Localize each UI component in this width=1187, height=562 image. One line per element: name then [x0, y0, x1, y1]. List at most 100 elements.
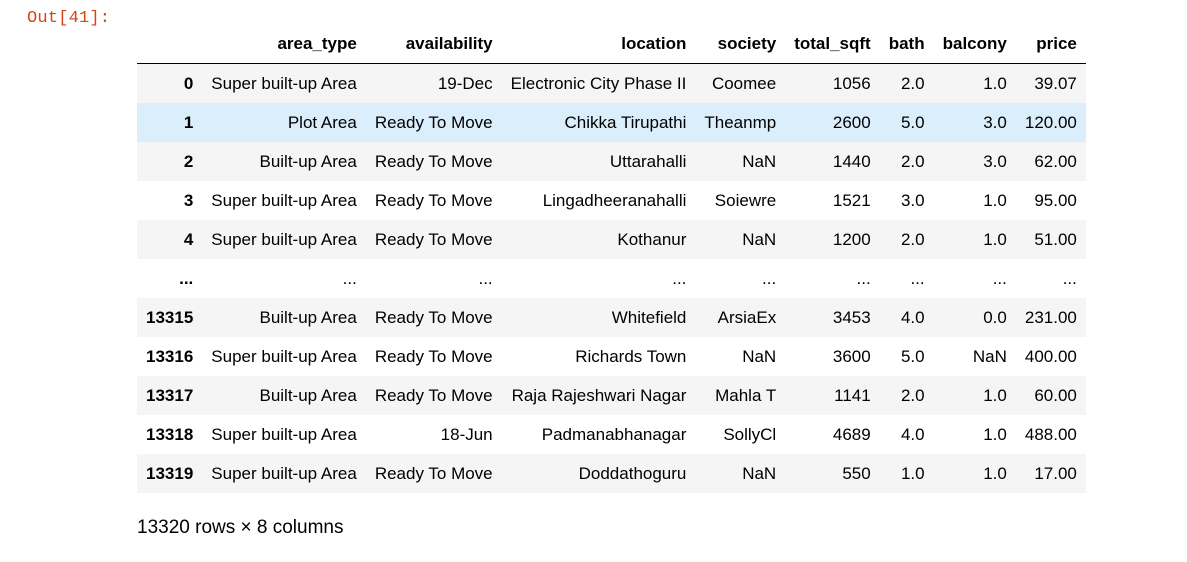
- row-index: 13316: [146, 346, 194, 366]
- table-row: 13319 Super built-up Area Ready To Move Dod…: [137, 454, 1086, 493]
- table-cell-availability: Ready To Move: [374, 229, 493, 249]
- table-cell-price: 51.00: [1034, 229, 1077, 249]
- column-header-total-sqft: total_sqft: [785, 25, 880, 64]
- table-cell-price: 62.00: [1034, 151, 1077, 171]
- table-cell-location: Padmanabhanagar: [541, 424, 687, 444]
- dataframe-output: area_type availability location society tota…: [137, 25, 1086, 493]
- table-cell-availability: Ready To Move: [374, 346, 493, 366]
- table-cell-balcony: 1.0: [983, 463, 1007, 483]
- table-cell-bath: 2.0: [900, 151, 925, 171]
- table-row: 1 Plot Area Ready To Move Chikka Tirupathi T…: [137, 103, 1086, 142]
- column-header-availability: availability: [365, 25, 502, 64]
- table-cell-bath: 2.0: [900, 229, 925, 249]
- table-cell-balcony: 1.0: [983, 73, 1007, 93]
- table-cell-bath: 4.0: [900, 424, 925, 444]
- table-cell-balcony: 1.0: [983, 424, 1007, 444]
- table-cell-price: 231.00: [1024, 307, 1077, 327]
- table-cell-availability: ...: [478, 268, 493, 288]
- table-cell-total-sqft: 4689: [832, 424, 871, 444]
- table-cell-balcony: ...: [992, 268, 1007, 288]
- row-index: 13315: [146, 307, 194, 327]
- table-cell-total-sqft: 550: [842, 463, 871, 483]
- table-cell-area-type: Super built-up Area: [211, 190, 357, 210]
- table-cell-area-type: Super built-up Area: [211, 463, 357, 483]
- table-cell-location: ...: [672, 268, 687, 288]
- dataframe-table: area_type availability location society tota…: [137, 25, 1086, 493]
- table-cell-bath: 4.0: [900, 307, 925, 327]
- table-cell-total-sqft: 1200: [832, 229, 871, 249]
- table-cell-price: 95.00: [1034, 190, 1077, 210]
- table-cell-availability: Ready To Move: [374, 463, 493, 483]
- table-cell-society: NaN: [742, 346, 777, 366]
- row-index: 13318: [146, 424, 194, 444]
- row-index: 13319: [146, 463, 194, 483]
- table-cell-bath: 2.0: [900, 73, 925, 93]
- row-index: 3: [183, 190, 194, 210]
- table-cell-total-sqft: ...: [856, 268, 871, 288]
- table-row: 13316 Super built-up Area Ready To Move Ric…: [137, 337, 1086, 376]
- column-header-location: location: [501, 25, 696, 64]
- column-header-price: price: [1015, 25, 1086, 64]
- table-cell-location: Lingadheeranahalli: [542, 190, 687, 210]
- table-cell-availability: 18-Jun: [440, 424, 493, 444]
- table-cell-society: NaN: [742, 151, 777, 171]
- table-cell-society: NaN: [742, 229, 777, 249]
- dataframe-shape-text: 13320 rows × 8 columns: [137, 517, 344, 538]
- row-index: ...: [179, 268, 194, 288]
- table-cell-availability: 19-Dec: [437, 73, 493, 93]
- table-cell-area-type: Built-up Area: [259, 151, 357, 171]
- table-cell-balcony: 3.0: [983, 112, 1007, 132]
- table-row: 4 Super built-up Area Ready To Move Kothanu…: [137, 220, 1086, 259]
- table-cell-society: SollyCl: [723, 424, 777, 444]
- table-cell-availability: Ready To Move: [374, 112, 493, 132]
- table-cell-price: 120.00: [1024, 112, 1077, 132]
- header-row: area_type availability location society tota…: [137, 25, 1086, 64]
- table-row: 0 Super built-up Area 19-Dec Electronic Cit…: [137, 63, 1086, 103]
- table-cell-area-type: Super built-up Area: [211, 229, 357, 249]
- table-cell-balcony: NaN: [972, 346, 1007, 366]
- index-column-header: [137, 25, 203, 64]
- table-cell-balcony: 1.0: [983, 229, 1007, 249]
- table-cell-location: Electronic City Phase II: [510, 73, 687, 93]
- table-cell-area-type: Super built-up Area: [211, 424, 357, 444]
- table-cell-total-sqft: 1521: [832, 190, 871, 210]
- table-cell-balcony: 3.0: [983, 151, 1007, 171]
- table-cell-balcony: 0.0: [983, 307, 1007, 327]
- table-cell-price: 60.00: [1034, 385, 1077, 405]
- table-cell-location: Kothanur: [617, 229, 687, 249]
- table-body: 0 Super built-up Area 19-Dec Electronic Cit…: [137, 63, 1086, 493]
- table-cell-location: Chikka Tirupathi: [564, 112, 687, 132]
- table-cell-society: Coomee: [711, 73, 777, 93]
- table-cell-availability: Ready To Move: [374, 385, 493, 405]
- table-cell-location: Raja Rajeshwari Nagar: [511, 385, 687, 405]
- table-cell-total-sqft: 2600: [832, 112, 871, 132]
- table-cell-location: Doddathoguru: [578, 463, 687, 483]
- table-cell-bath: 3.0: [900, 190, 925, 210]
- table-cell-area-type: Plot Area: [287, 112, 357, 132]
- table-cell-balcony: 1.0: [983, 190, 1007, 210]
- table-cell-area-type: Super built-up Area: [211, 346, 357, 366]
- table-cell-bath: 1.0: [900, 463, 925, 483]
- table-row: ...........................: [137, 259, 1086, 298]
- table-cell-area-type: Super built-up Area: [211, 73, 357, 93]
- table-row: 3 Super built-up Area Ready To Move Lingadh…: [137, 181, 1086, 220]
- table-cell-price: 39.07: [1034, 73, 1077, 93]
- table-cell-bath: ...: [910, 268, 925, 288]
- table-cell-society: ...: [762, 268, 777, 288]
- column-header-society: society: [695, 25, 786, 64]
- table-cell-society: Soiewre: [714, 190, 777, 210]
- table-cell-price: 488.00: [1024, 424, 1077, 444]
- row-index: 1: [183, 112, 194, 132]
- table-cell-bath: 5.0: [900, 346, 925, 366]
- column-header-area-type: area_type: [202, 25, 366, 64]
- table-cell-area-type: ...: [342, 268, 357, 288]
- row-index: 4: [183, 229, 194, 249]
- table-cell-total-sqft: 1056: [832, 73, 871, 93]
- table-cell-location: Whitefield: [611, 307, 687, 327]
- table-cell-society: ArsiaEx: [717, 307, 777, 327]
- table-row: 13315 Built-up Area Ready To Move Whitefiel…: [137, 298, 1086, 337]
- table-row: 13317 Built-up Area Ready To Move Raja Raje…: [137, 376, 1086, 415]
- row-index: 0: [183, 73, 194, 93]
- table-cell-location: Richards Town: [575, 346, 687, 366]
- table-cell-bath: 2.0: [900, 385, 925, 405]
